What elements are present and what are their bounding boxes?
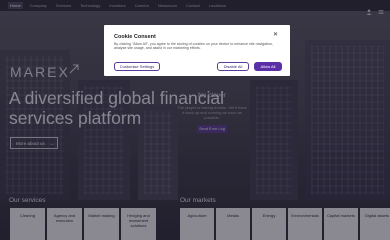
close-icon[interactable]: ✕ [273,32,278,38]
cookie-description: By clicking "Allow All", you agree to th… [114,42,273,51]
customise-settings-button[interactable]: Customise Settings [114,62,160,71]
cookie-consent-dialog: Cookie Consent ✕ By clicking "Allow All"… [104,25,290,76]
cookie-title: Cookie Consent [114,34,156,40]
allow-all-button[interactable]: Allow All [254,62,282,71]
disable-all-button[interactable]: Disable All [217,62,249,71]
